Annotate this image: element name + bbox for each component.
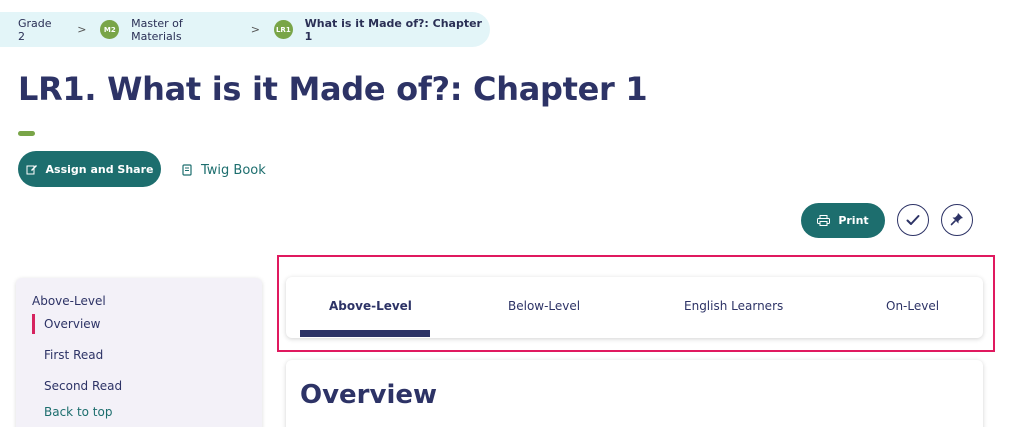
breadcrumb-current-lesson: What is it Made of?: Chapter 1: [304, 16, 482, 43]
module-badge: M2: [100, 20, 120, 39]
breadcrumb-module[interactable]: Master of Materials: [131, 17, 235, 43]
assign-and-share-button[interactable]: Assign and Share: [18, 151, 161, 187]
assign-and-share-label: Assign and Share: [45, 162, 154, 176]
back-to-top-link[interactable]: Back to top: [44, 405, 112, 419]
sidebar-item-second-read[interactable]: Second Read: [44, 379, 122, 393]
tab-above-level[interactable]: Above-Level: [329, 299, 412, 313]
tab-below-level[interactable]: Below-Level: [508, 299, 580, 313]
sidebar-item-overview[interactable]: Overview: [44, 317, 101, 331]
twig-book-link[interactable]: Twig Book: [182, 160, 266, 180]
level-tabs: Above-Level Below-Level English Learners…: [286, 277, 983, 338]
breadcrumb-grade[interactable]: Grade 2: [18, 17, 61, 43]
print-button[interactable]: Print: [801, 203, 885, 238]
printer-icon: [817, 215, 831, 226]
tab-english-learners[interactable]: English Learners: [684, 299, 783, 313]
pin-button[interactable]: [941, 204, 973, 236]
chevron-right-icon: >: [77, 23, 87, 36]
title-underline: [18, 131, 35, 136]
mark-complete-button[interactable]: [897, 204, 929, 236]
book-icon: [182, 164, 192, 176]
sidebar-active-indicator: [32, 314, 35, 334]
sidebar-heading: Above-Level: [32, 294, 106, 308]
checkmark-icon: [906, 211, 920, 230]
overview-section: Overview: [286, 360, 983, 427]
sidebar-item-first-read[interactable]: First Read: [44, 348, 103, 362]
sidebar-nav: Above-Level Overview First Read Second R…: [16, 278, 262, 427]
lesson-badge: LR1: [274, 20, 293, 39]
twig-book-label: Twig Book: [201, 162, 266, 178]
chevron-right-icon: >: [250, 23, 261, 36]
edit-icon: [26, 163, 38, 175]
tab-on-level[interactable]: On-Level: [886, 299, 939, 313]
page-title: LR1. What is it Made of?: Chapter 1: [18, 70, 648, 108]
pin-icon: [950, 211, 964, 230]
breadcrumb: Grade 2 > M2 Master of Materials > LR1 W…: [0, 12, 490, 47]
active-tab-indicator: [300, 330, 430, 337]
print-label: Print: [838, 214, 869, 227]
overview-heading: Overview: [300, 380, 438, 410]
